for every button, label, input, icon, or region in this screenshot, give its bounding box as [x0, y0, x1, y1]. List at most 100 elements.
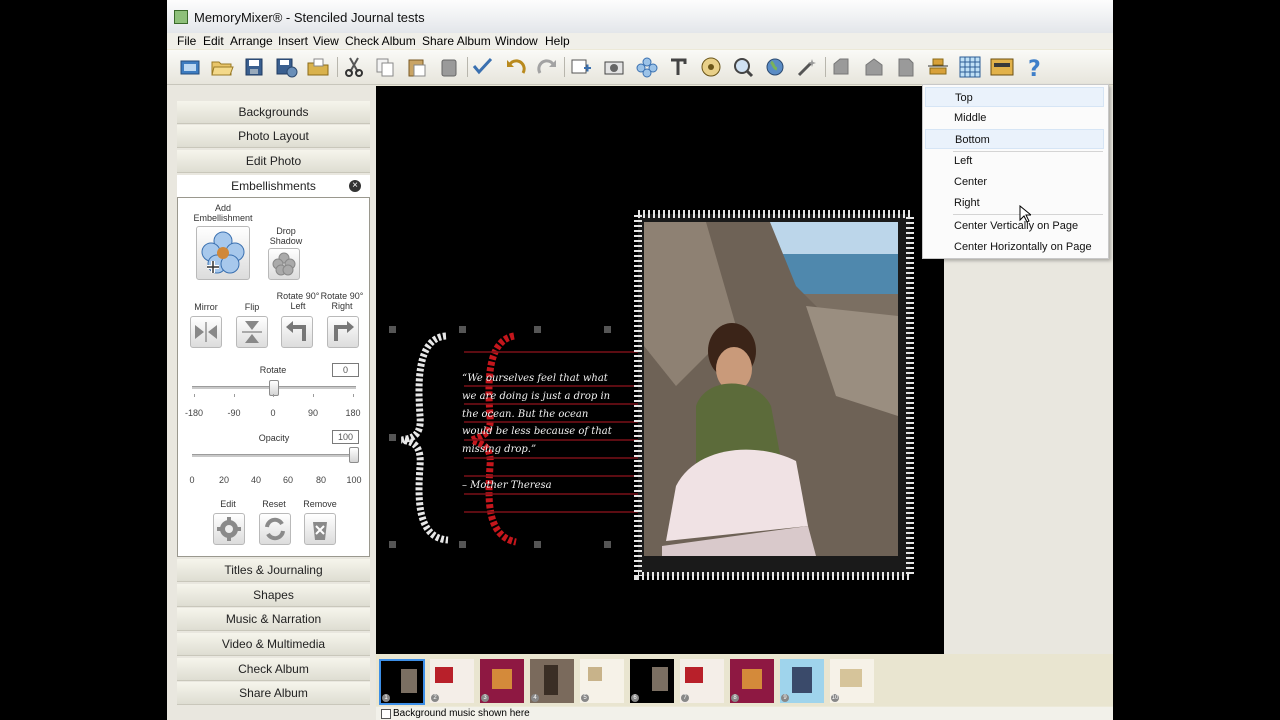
menu-file[interactable]: File: [177, 34, 196, 48]
section-video-multimedia[interactable]: Video & Multimedia: [177, 633, 370, 656]
section-share-album[interactable]: Share Album: [177, 682, 370, 705]
add-photo-icon[interactable]: [569, 56, 593, 78]
grid-icon[interactable]: [958, 56, 982, 78]
thumb-photo: [401, 669, 417, 693]
align-left-item[interactable]: Left: [925, 151, 1104, 171]
page-thumbnail[interactable]: 1: [379, 659, 425, 705]
window-title: MemoryMixer® - Stenciled Journal tests: [194, 10, 425, 25]
globe-icon[interactable]: [763, 56, 787, 78]
film-reel-icon[interactable]: [699, 56, 723, 78]
camera-icon[interactable]: [602, 56, 626, 78]
reset-button[interactable]: [259, 513, 291, 545]
section-edit-photo[interactable]: Edit Photo: [177, 150, 370, 173]
redo-icon[interactable]: [535, 56, 559, 78]
paste-icon[interactable]: [405, 56, 429, 78]
open-folder-icon[interactable]: [306, 56, 330, 78]
page-thumbnail[interactable]: 6: [630, 659, 674, 703]
thumb-photo: [742, 669, 762, 689]
center-horizontally-item[interactable]: Center Horizontally on Page: [925, 237, 1104, 257]
send-back-icon[interactable]: [862, 56, 886, 78]
layout-icon[interactable]: [990, 56, 1014, 78]
menu-share-album[interactable]: Share Album: [422, 34, 491, 48]
rotate-right-button[interactable]: [327, 316, 359, 348]
edit-button[interactable]: [213, 513, 245, 545]
opacity-value-field[interactable]: 100: [332, 430, 359, 444]
thumb-photo: [685, 667, 703, 683]
delete-icon[interactable]: [437, 56, 461, 78]
open-icon[interactable]: [210, 56, 234, 78]
section-titles-journaling[interactable]: Titles & Journaling: [177, 559, 370, 582]
opacity-slider-track[interactable]: [192, 454, 356, 457]
mirror-button[interactable]: [190, 316, 222, 348]
align-bottom-item[interactable]: Bottom: [925, 129, 1104, 149]
toolbar-separator: [337, 57, 338, 77]
page-thumbnail[interactable]: 5: [580, 659, 624, 703]
tick: [313, 394, 314, 397]
section-shapes[interactable]: Shapes: [177, 584, 370, 607]
rotate-value-field[interactable]: 0: [332, 363, 359, 377]
save-icon[interactable]: [242, 56, 266, 78]
quote-line: missing drop.”: [462, 444, 537, 456]
menu-window[interactable]: Window: [495, 34, 538, 48]
page-thumbnail[interactable]: 9: [780, 659, 824, 703]
menu-arrange[interactable]: Arrange: [230, 34, 273, 48]
menu-insert[interactable]: Insert: [278, 34, 308, 48]
thumb-photo: [792, 667, 812, 693]
rotate-left-label: Rotate 90° Left: [276, 291, 320, 311]
page-number: 9: [781, 694, 789, 702]
zoom-icon[interactable]: [731, 56, 755, 78]
embellishment-icon[interactable]: [635, 56, 659, 78]
opacity-slider-thumb[interactable]: [349, 447, 359, 463]
rotate-slider-thumb[interactable]: [269, 380, 279, 396]
section-check-album[interactable]: Check Album: [177, 658, 370, 681]
section-embellishments[interactable]: Embellishments ×: [177, 175, 370, 197]
flip-button[interactable]: [236, 316, 268, 348]
flip-label: Flip: [244, 302, 260, 312]
page-filmstrip: 1 2 3 4 5 6 7 8 9 10: [376, 654, 1113, 706]
magic-icon[interactable]: [794, 56, 818, 78]
bring-forward-icon[interactable]: [830, 56, 854, 78]
align-icon[interactable]: [926, 56, 950, 78]
align-center-item[interactable]: Center: [925, 172, 1104, 192]
page-canvas[interactable]: “We ourselves feel that what we are doin…: [376, 86, 944, 654]
align-top-item[interactable]: Top: [925, 87, 1104, 107]
save-as-icon[interactable]: [274, 56, 298, 78]
close-section-icon[interactable]: ×: [349, 180, 361, 192]
thumb-photo: [588, 667, 602, 681]
page-thumbnail[interactable]: 10: [830, 659, 874, 703]
undo-icon[interactable]: [504, 56, 528, 78]
menu-check-album[interactable]: Check Album: [345, 34, 416, 48]
rotate-left-button[interactable]: [281, 316, 313, 348]
help-icon[interactable]: ?: [1022, 56, 1046, 82]
menu-bar: File Edit Arrange Insert View Check Albu…: [167, 33, 1113, 49]
copy-icon[interactable]: [373, 56, 397, 78]
cut-icon[interactable]: [342, 56, 366, 78]
opacity-label: Opacity: [258, 433, 290, 443]
remove-button[interactable]: [304, 513, 336, 545]
page-thumbnail[interactable]: 4: [530, 659, 574, 703]
page-thumbnail[interactable]: 7: [680, 659, 724, 703]
menu-help[interactable]: Help: [545, 34, 570, 48]
align-right-item[interactable]: Right: [925, 193, 1104, 213]
spell-check-icon[interactable]: [471, 56, 495, 78]
center-vertically-item[interactable]: Center Vertically on Page: [925, 216, 1104, 236]
page-thumbnail[interactable]: 3: [480, 659, 524, 703]
page-thumbnail[interactable]: 2: [430, 659, 474, 703]
menu-edit[interactable]: Edit: [203, 34, 224, 48]
photo-woman-on-rocks[interactable]: [644, 222, 898, 556]
section-photo-layout[interactable]: Photo Layout: [177, 125, 370, 148]
section-music-narration[interactable]: Music & Narration: [177, 608, 370, 631]
page-thumbnail[interactable]: 8: [730, 659, 774, 703]
quote-text-box[interactable]: “We ourselves feel that what we are doin…: [462, 370, 662, 495]
page-icon[interactable]: [894, 56, 918, 78]
drop-shadow-button[interactable]: [268, 248, 300, 280]
tick: [194, 394, 195, 397]
quote-author: – Mother Theresa: [462, 479, 552, 491]
music-note-icon: [381, 709, 391, 719]
align-middle-item[interactable]: Middle: [925, 108, 1104, 128]
menu-view[interactable]: View: [313, 34, 339, 48]
section-backgrounds[interactable]: Backgrounds: [177, 101, 370, 124]
add-text-icon[interactable]: [666, 56, 690, 78]
add-embellishment-button[interactable]: [196, 226, 250, 280]
new-album-icon[interactable]: [178, 56, 202, 78]
